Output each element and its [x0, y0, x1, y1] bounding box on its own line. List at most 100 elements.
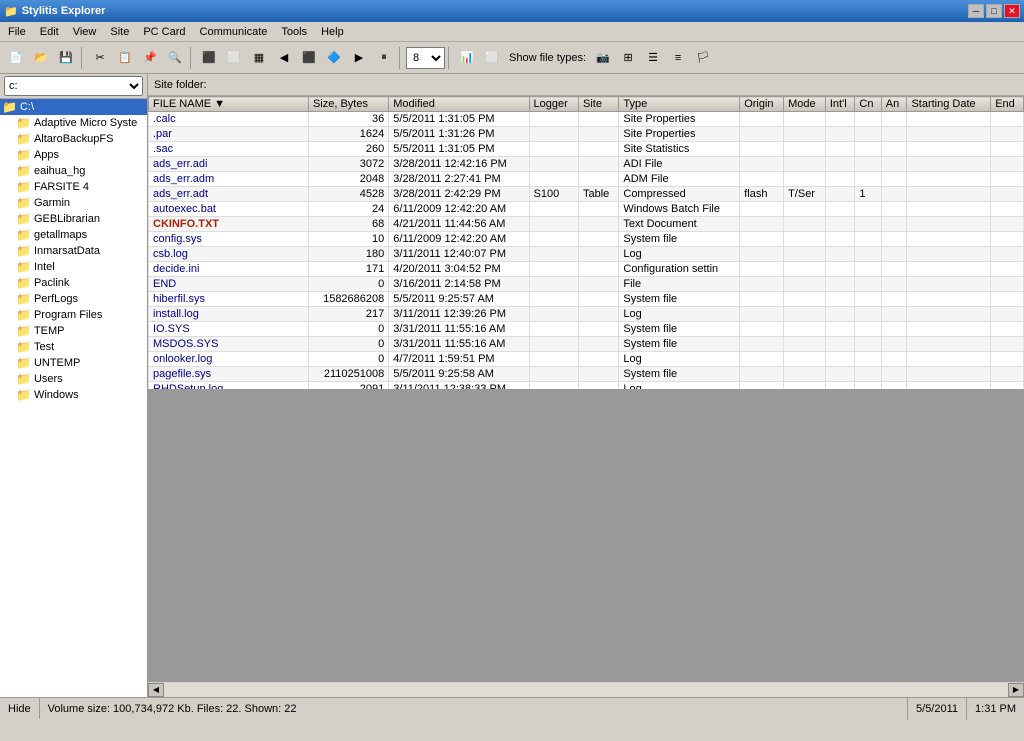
tb-paste-button[interactable]: 📌 [138, 46, 162, 70]
tb-btn14[interactable]: ⬜ [480, 46, 504, 70]
tree-item-users[interactable]: 📁 Users [0, 371, 147, 387]
col-header-mode[interactable]: Mode [784, 97, 826, 112]
menu-pc-card[interactable]: PC Card [137, 24, 191, 40]
tree-item-untemp[interactable]: 📁 UNTEMP [0, 355, 147, 371]
tree-item-garmin[interactable]: 📁 Garmin [0, 195, 147, 211]
tb-btn12[interactable]: ⏸ [372, 46, 396, 70]
table-row[interactable]: decide.ini 171 4/20/2011 3:04:52 PM Conf… [149, 262, 1024, 277]
scroll-left-button[interactable]: ◀ [148, 683, 164, 697]
scroll-thumb[interactable] [164, 683, 1008, 697]
table-row[interactable]: MSDOS.SYS 0 3/31/2011 11:55:16 AM System… [149, 337, 1024, 352]
col-header-end[interactable]: End [991, 97, 1024, 112]
tb-btn11[interactable]: ▶ [347, 46, 371, 70]
close-button[interactable]: ✕ [1004, 4, 1020, 18]
tb-camera-button[interactable]: 📷 [591, 46, 615, 70]
tb-cut-button[interactable]: ✂ [88, 46, 112, 70]
col-header-startdate[interactable]: Starting Date [907, 97, 991, 112]
menu-tools[interactable]: Tools [275, 24, 313, 40]
tb-btn5[interactable]: ⬛ [197, 46, 221, 70]
tb-detail-button[interactable]: ≡ [666, 46, 690, 70]
tree-item-altaro[interactable]: 📁 AltaroBackupFS [0, 131, 147, 147]
table-row[interactable]: .par 1624 5/5/2011 1:31:26 PM Site Prope… [149, 127, 1024, 142]
table-row[interactable]: autoexec.bat 24 6/11/2009 12:42:20 AM Wi… [149, 202, 1024, 217]
tb-btn9[interactable]: ⬛ [297, 46, 321, 70]
tree-item-farsite[interactable]: 📁 FARSITE 4 [0, 179, 147, 195]
zoom-dropdown[interactable]: 4 6 8 10 12 [406, 47, 445, 69]
tree-item-perflogs[interactable]: 📁 PerfLogs [0, 291, 147, 307]
table-row[interactable]: ads_err.adi 3072 3/28/2011 12:42:16 PM A… [149, 157, 1024, 172]
table-row[interactable]: .sac 260 5/5/2011 1:31:05 PM Site Statis… [149, 142, 1024, 157]
table-row[interactable]: onlooker.log 0 4/7/2011 1:59:51 PM Log [149, 352, 1024, 367]
tb-copy-button[interactable]: 📋 [113, 46, 137, 70]
tree-item-windows[interactable]: 📁 Windows [0, 387, 147, 403]
table-row[interactable]: install.log 217 3/11/2011 12:39:26 PM Lo… [149, 307, 1024, 322]
hide-button[interactable]: Hide [0, 698, 40, 719]
menu-site[interactable]: Site [104, 24, 135, 40]
table-row[interactable]: hiberfil.sys 1582686208 5/5/2011 9:25:57… [149, 292, 1024, 307]
menu-view[interactable]: View [67, 24, 103, 40]
table-row[interactable]: END 0 3/16/2011 2:14:58 PM File [149, 277, 1024, 292]
cell-size: 4528 [308, 187, 388, 202]
tree-item-test[interactable]: 📁 Test [0, 339, 147, 355]
tb-grid-button[interactable]: ⊞ [616, 46, 640, 70]
tree-item-temp[interactable]: 📁 TEMP [0, 323, 147, 339]
tree-item-apps[interactable]: 📁 Apps [0, 147, 147, 163]
table-row[interactable]: CKINFO.TXT 68 4/21/2011 11:44:56 AM Text… [149, 217, 1024, 232]
col-header-logger[interactable]: Logger [529, 97, 579, 112]
tree-item-inmarsat[interactable]: 📁 InmarsatData [0, 243, 147, 259]
minimize-button[interactable]: ─ [968, 4, 984, 18]
tree-item-intel[interactable]: 📁 Intel [0, 259, 147, 275]
drive-dropdown[interactable]: c: a: d: [4, 76, 143, 96]
tb-list-button[interactable]: ☰ [641, 46, 665, 70]
tree-item-getallmaps[interactable]: 📁 getallmaps [0, 227, 147, 243]
col-header-cn[interactable]: Cn [855, 97, 881, 112]
col-header-origin[interactable]: Origin [740, 97, 784, 112]
menu-communicate[interactable]: Communicate [194, 24, 274, 40]
menu-edit[interactable]: Edit [34, 24, 65, 40]
tb-save-button[interactable]: 💾 [54, 46, 78, 70]
col-header-size[interactable]: Size, Bytes [308, 97, 388, 112]
cell-logger [529, 262, 579, 277]
cell-site [579, 277, 619, 292]
tb-btn6[interactable]: ⬜ [222, 46, 246, 70]
cell-cn: 1 [855, 187, 881, 202]
restore-button[interactable]: □ [986, 4, 1002, 18]
tb-btn13[interactable]: 📊 [455, 46, 479, 70]
col-header-an[interactable]: An [881, 97, 907, 112]
menu-file[interactable]: File [2, 24, 32, 40]
table-row[interactable]: ads_err.adt 4528 3/28/2011 2:42:29 PM S1… [149, 187, 1024, 202]
table-row[interactable]: IO.SYS 0 3/31/2011 11:55:16 AM System fi… [149, 322, 1024, 337]
tree-label: getallmaps [34, 229, 87, 241]
tree-item-eaihua[interactable]: 📁 eaihua_hg [0, 163, 147, 179]
table-row[interactable]: RHDSetup.log 2091 3/11/2011 12:38:33 PM … [149, 382, 1024, 389]
tb-open-button[interactable]: 📂 [29, 46, 53, 70]
cell-cn [855, 142, 881, 157]
menu-help[interactable]: Help [315, 24, 350, 40]
tb-btn8[interactable]: ◀ [272, 46, 296, 70]
horizontal-scrollbar[interactable]: ◀ ▶ [148, 681, 1024, 697]
table-row[interactable]: config.sys 10 6/11/2009 12:42:20 AM Syst… [149, 232, 1024, 247]
tb-filter-button[interactable]: 🏳 [691, 46, 715, 70]
col-header-modified[interactable]: Modified [389, 97, 529, 112]
table-row[interactable]: .calc 36 5/5/2011 1:31:05 PM Site Proper… [149, 112, 1024, 127]
table-row[interactable]: csb.log 180 3/11/2011 12:40:07 PM Log [149, 247, 1024, 262]
file-table-container[interactable]: FILE NAME ▼ Size, Bytes Modified Logger … [148, 96, 1024, 389]
col-header-site[interactable]: Site [579, 97, 619, 112]
tb-new-button[interactable]: 📄 [4, 46, 28, 70]
tb-btn10[interactable]: 🔷 [322, 46, 346, 70]
col-header-intl[interactable]: Int'l [825, 97, 855, 112]
table-row[interactable]: pagefile.sys 2110251008 5/5/2011 9:25:58… [149, 367, 1024, 382]
cell-modified: 3/11/2011 12:38:33 PM [389, 382, 529, 389]
col-header-type[interactable]: Type [619, 97, 740, 112]
tree-item-root[interactable]: 📁 C:\ [0, 99, 147, 115]
tree-item-paclink[interactable]: 📁 Paclink [0, 275, 147, 291]
tb-find-button[interactable]: 🔍 [163, 46, 187, 70]
scroll-right-button[interactable]: ▶ [1008, 683, 1024, 697]
col-header-filename[interactable]: FILE NAME ▼ [149, 97, 309, 112]
tree-item-programfiles[interactable]: 📁 Program Files [0, 307, 147, 323]
cell-intl [825, 277, 855, 292]
tree-item-adaptive[interactable]: 📁 Adaptive Micro Syste [0, 115, 147, 131]
tb-btn7[interactable]: ▦ [247, 46, 271, 70]
table-row[interactable]: ads_err.adm 2048 3/28/2011 2:27:41 PM AD… [149, 172, 1024, 187]
tree-item-geblib[interactable]: 📁 GEBLibrarian [0, 211, 147, 227]
